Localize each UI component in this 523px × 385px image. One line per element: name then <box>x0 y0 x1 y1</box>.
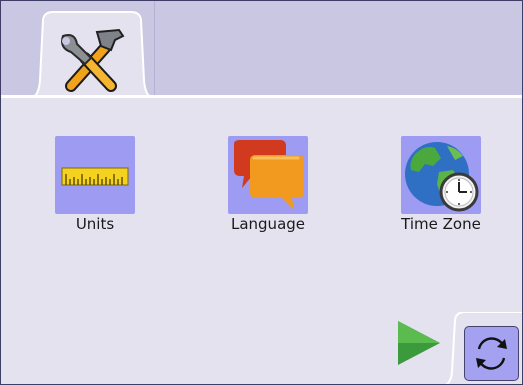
time-zone-button[interactable]: Time Zone <box>376 136 506 236</box>
tab-separator <box>154 1 155 95</box>
refresh-button[interactable] <box>464 326 519 381</box>
next-arrow-button[interactable] <box>396 319 442 367</box>
strip-divider <box>1 95 522 98</box>
units-button[interactable]: Units <box>30 136 160 236</box>
refresh-icon <box>476 337 507 370</box>
units-label: Units <box>75 215 115 233</box>
language-button[interactable]: Language <box>203 136 333 236</box>
time-zone-label: Time Zone <box>401 215 481 233</box>
tab-strip <box>1 1 522 98</box>
settings-screen: Units Language Time Zone <box>0 0 523 385</box>
globe-clock-icon <box>405 142 479 212</box>
ruler-icon <box>61 167 129 186</box>
language-label: Language <box>230 215 306 233</box>
tools-icon <box>61 28 125 92</box>
speech-bubbles-icon <box>234 140 304 210</box>
tab-tools-settings[interactable] <box>31 10 153 98</box>
